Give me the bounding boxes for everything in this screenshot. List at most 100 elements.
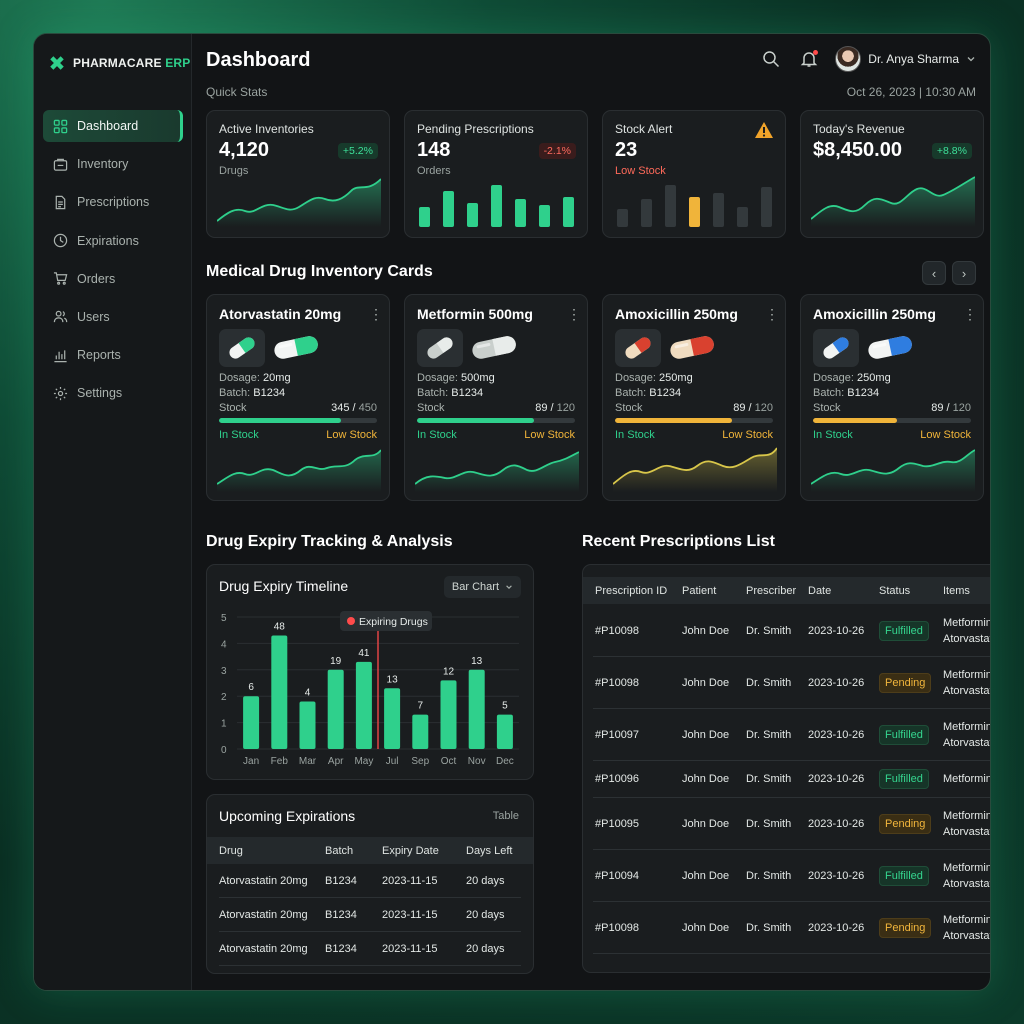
capsule-icon <box>274 336 318 359</box>
x-tick-label: Apr <box>328 756 344 767</box>
stat-value: 23 <box>615 139 638 161</box>
prescription-row[interactable]: #P10094 John Doe Dr. Smith 2023-10-26 Fulfil… <box>593 850 991 902</box>
sidebar-item-dashboard[interactable]: Dashboard <box>43 110 183 142</box>
cell-items: Metformin Atorvastatin <box>943 912 990 944</box>
x-tick-label: Oct <box>441 756 457 767</box>
cell-items: Metformin Atorvastatin <box>943 860 991 892</box>
kebab-menu-icon[interactable]: ⋮ <box>369 307 383 323</box>
y-tick-label: 1 <box>221 719 227 730</box>
batch-line: Batch: B1234 <box>219 387 285 399</box>
sidebar-item-orders[interactable]: Orders <box>43 263 183 295</box>
stat-card-todays-revenue[interactable]: Today's Revenue $8,450.00 +8.8% <box>800 110 984 238</box>
stock-progress-fill <box>417 418 534 423</box>
stock-progress-bar <box>813 418 971 423</box>
cell-prescriber: Dr. Smith <box>746 773 792 785</box>
capsule-icon <box>625 337 651 359</box>
kebab-menu-icon[interactable]: ⋮ <box>567 307 581 323</box>
cell-status: Fulfilled <box>879 865 943 886</box>
table-row[interactable]: Atorvastatin 20mg B1234 2023-11-15 20 days <box>219 932 521 966</box>
stat-card-pending-prescriptions[interactable]: Pending Prescriptions 148 Orders -2.1% <box>404 110 588 238</box>
table-row[interactable]: Atorvastatin 20mg B1234 2023-11-15 20 days <box>219 898 521 932</box>
cell-id: #P10097 <box>595 728 640 741</box>
status-badge: Fulfilled <box>879 620 929 641</box>
next-button[interactable]: › <box>952 261 976 285</box>
drug-name: Atorvastatin 20mg <box>219 306 342 322</box>
stock-progress-bar <box>219 418 377 423</box>
column-header: Days Left <box>466 844 513 857</box>
sidebar-item-expirations[interactable]: Expirations <box>43 225 183 257</box>
drug-name: Metformin 500mg <box>417 306 533 322</box>
column-header: Prescriber <box>746 584 797 597</box>
batch-label: Batch: <box>813 387 845 399</box>
prescription-row[interactable]: #P10095 John Doe Dr. Smith 2023-10-26 Pendin… <box>593 798 990 850</box>
brand-logo[interactable]: PHARMACARE ERP <box>46 52 191 74</box>
item-name: Metformin <box>943 861 991 874</box>
pill-image <box>271 331 321 363</box>
sidebar-item-users[interactable]: Users <box>43 301 183 333</box>
cell-status: Fulfilled <box>879 620 943 641</box>
sidebar-item-inventory[interactable]: Inventory <box>43 148 183 180</box>
stock-label: Stock <box>615 402 643 414</box>
prescription-row[interactable]: #P10098 John Doe Dr. Smith 2023-10-26 Fulfil… <box>593 605 990 657</box>
batch-value: B1234 <box>253 387 286 399</box>
search-button[interactable] <box>759 47 783 71</box>
prescription-row[interactable]: #P10098 John Doe Dr. Smith 2023-10-26 Pendin… <box>593 902 990 954</box>
user-menu[interactable]: Dr. Anya Sharma <box>835 46 976 72</box>
drug-card[interactable]: Atorvastatin 20mg ⋮ Dosage: 20mg Batch: B12… <box>206 294 390 501</box>
y-tick-label: 0 <box>221 745 227 756</box>
table-cell: 2023-11-15 <box>382 908 438 921</box>
kebab-menu-icon[interactable]: ⋮ <box>963 307 977 323</box>
cell-date: 2023-10-26 <box>808 676 865 689</box>
stock-count: 89 / 120 <box>535 402 575 414</box>
table-cell: 2023-11-15 <box>382 874 438 887</box>
item-name: Metformin <box>943 668 991 681</box>
prev-button[interactable]: ‹ <box>922 261 946 285</box>
prescription-row[interactable]: #P10098 John Doe Dr. Smith 2023-10-26 Pendin… <box>593 657 991 709</box>
mini-bar-chart <box>617 185 772 227</box>
cell-prescriber: Dr. Smith <box>746 921 792 934</box>
batch-line: Batch: B1234 <box>813 387 879 399</box>
document-icon <box>55 195 66 210</box>
view-mode-label[interactable]: Table <box>493 810 519 822</box>
item-name: Metformin <box>943 773 991 785</box>
sidebar-item-reports[interactable]: Reports <box>43 339 183 371</box>
drug-card[interactable]: Amoxicillin 250mg ⋮ Dosage: 250mg Batch: B1… <box>800 294 984 501</box>
expiry-bar <box>243 696 260 749</box>
table-row[interactable]: Atorvastatin 20mg B1234 2023-11-15 20 days <box>219 864 521 898</box>
table-cell: 20 days <box>466 874 505 887</box>
table-cell: B1234 <box>325 908 357 921</box>
prescription-row[interactable]: #P10097 John Doe Dr. Smith 2023-10-26 Fulfil… <box>593 709 990 761</box>
dosage-label: Dosage: <box>417 372 458 384</box>
prescription-row[interactable]: #P10096 John Doe Dr. Smith 2023-10-26 Fulfil… <box>593 761 991 798</box>
kebab-menu-icon[interactable]: ⋮ <box>765 307 779 323</box>
stock-current: 89 <box>535 402 548 414</box>
status-badge: Pending <box>879 672 932 693</box>
item-name: Atorvastatin <box>943 736 990 749</box>
cell-prescriber: Dr. Smith <box>746 869 792 882</box>
stat-card-stock-alert[interactable]: Stock Alert 23 Low Stock <box>602 110 786 238</box>
stat-card-active-inventories[interactable]: Active Inventories 4,120 Drugs +5.2% <box>206 110 390 238</box>
pill-image <box>469 331 519 363</box>
table-cell: Atorvastatin 20mg <box>219 874 308 887</box>
trend-area <box>613 448 777 492</box>
pill-thumbnail <box>615 329 661 367</box>
cell-status: Fulfilled <box>879 769 943 789</box>
sidebar: PHARMACARE ERP Dashboard Inventory Presc… <box>34 34 192 990</box>
users-icon <box>53 311 68 323</box>
cell-patient: John Doe <box>682 728 730 741</box>
cell-status: Pending <box>879 813 943 834</box>
expiry-bar <box>412 714 429 749</box>
stock-current: 345 <box>331 402 350 414</box>
dosage-line: Dosage: 500mg <box>417 372 495 384</box>
sidebar-item-settings[interactable]: Settings <box>43 377 183 409</box>
notifications-button[interactable] <box>797 47 821 71</box>
drug-card[interactable]: Amoxicillin 250mg ⋮ Dosage: 250mg Batch: B1… <box>602 294 786 501</box>
stock-count: 89 / 120 <box>931 402 971 414</box>
column-header: Date <box>808 584 832 597</box>
sidebar-item-prescriptions[interactable]: Prescriptions <box>43 186 183 218</box>
cell-items: Metformin Atorvastatin <box>943 615 990 647</box>
drug-card[interactable]: Metformin 500mg ⋮ Dosage: 500mg Batch: B123… <box>404 294 588 501</box>
cell-date: 2023-10-26 <box>808 921 865 934</box>
batch-value: B1234 <box>847 387 880 399</box>
cart-icon <box>53 272 68 285</box>
